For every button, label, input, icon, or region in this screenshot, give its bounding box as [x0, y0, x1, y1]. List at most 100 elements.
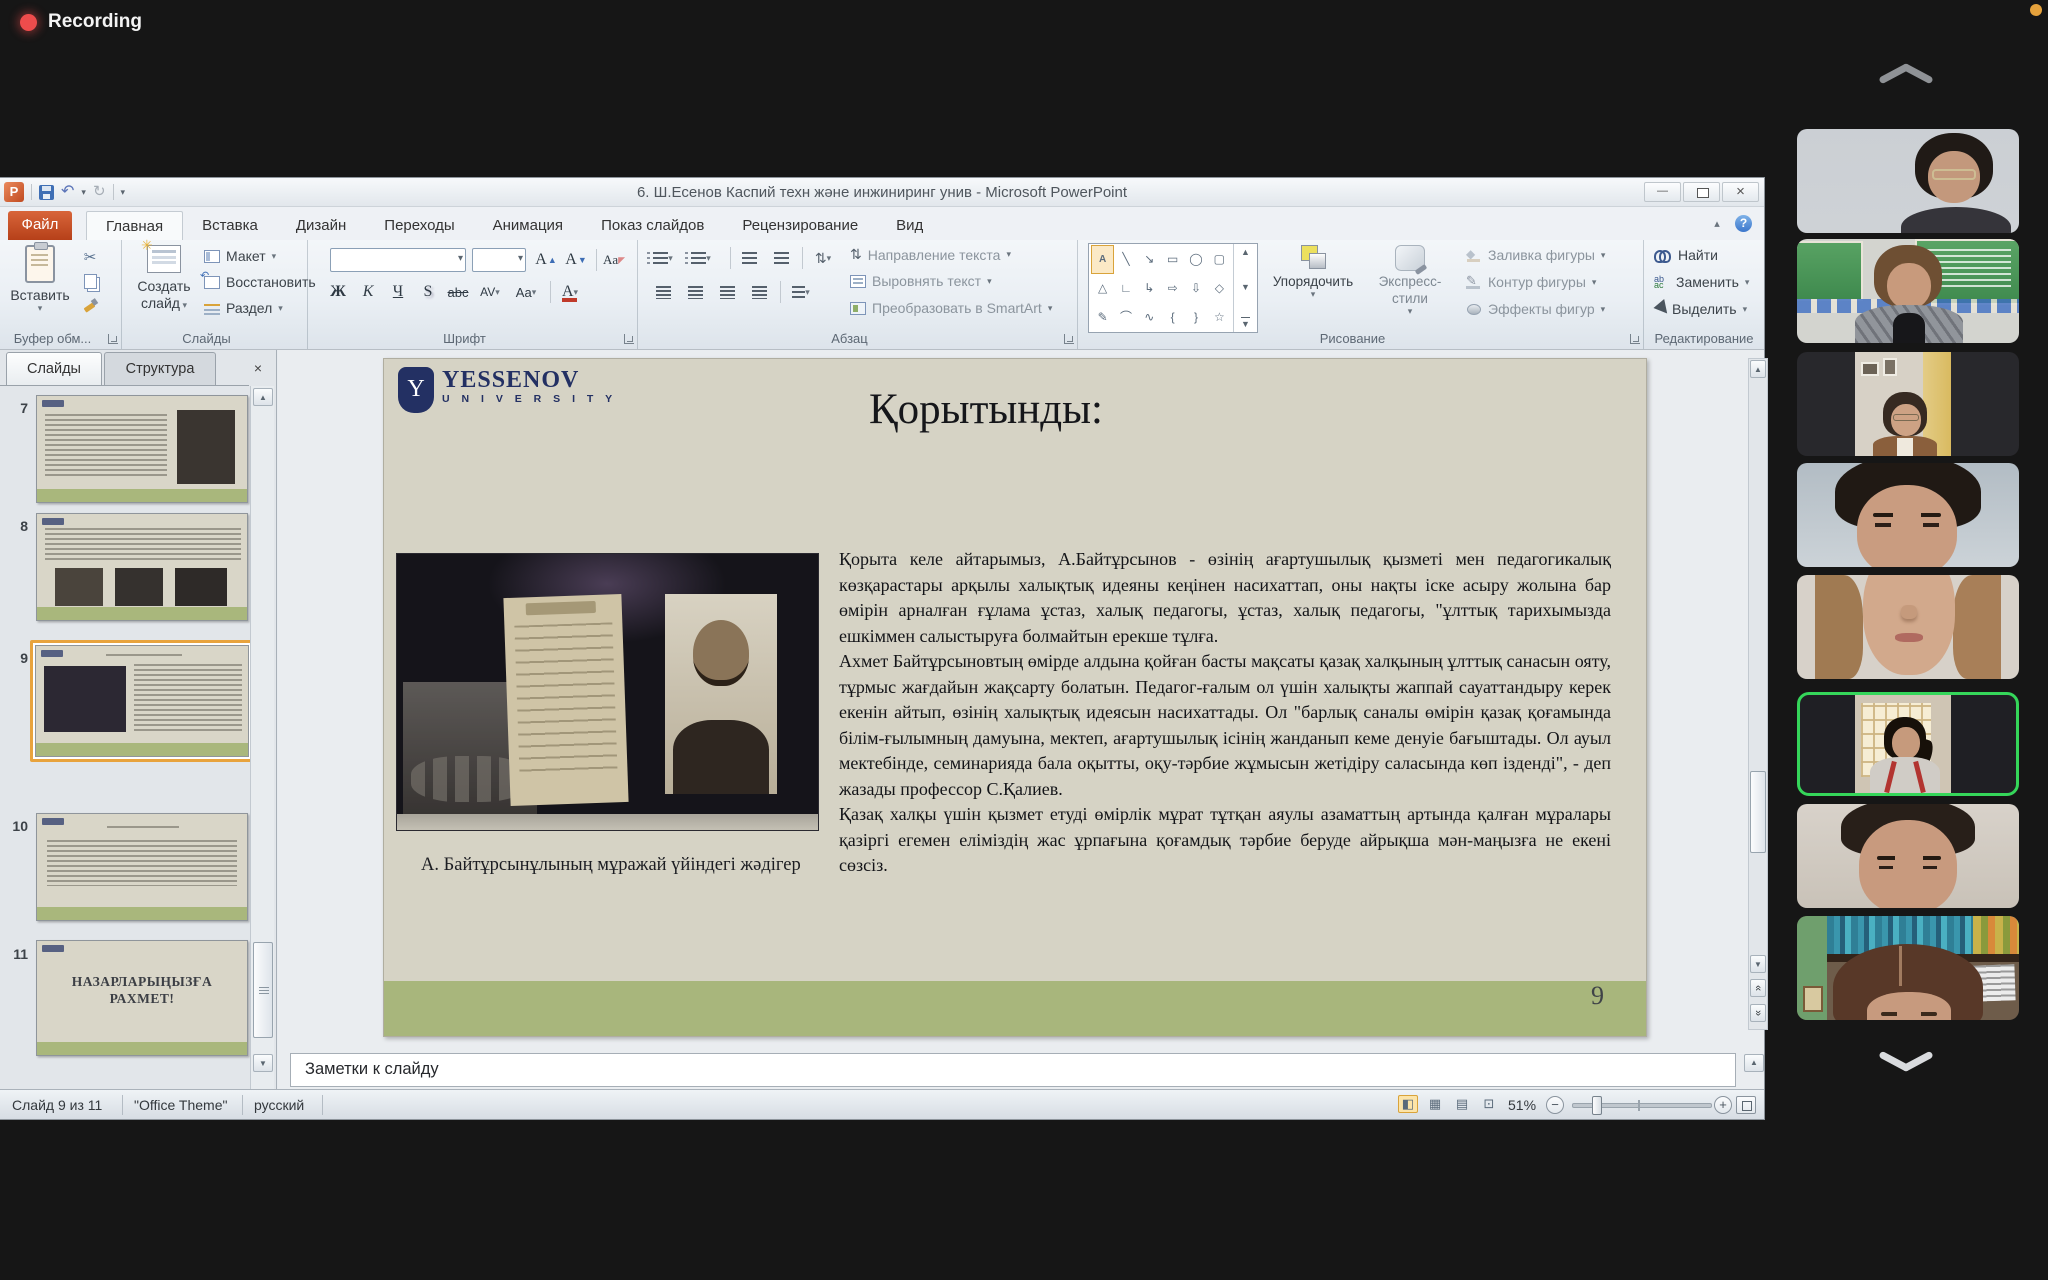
shape-textbox-icon[interactable]: A [1091, 245, 1114, 274]
align-text-button[interactable]: Выровнять текст [850, 273, 992, 289]
panel-scrollbar[interactable]: ▲ ▼ [250, 386, 274, 1089]
scroll-up-icon[interactable]: ▲ [253, 388, 273, 406]
align-right-button[interactable] [714, 280, 740, 304]
tab-home[interactable]: Главная [86, 211, 183, 240]
shape-outline-button[interactable]: Контур фигуры [1466, 274, 1596, 290]
zoom-out-button[interactable]: − [1546, 1096, 1564, 1114]
shapes-more-icon[interactable]: ▼ [1241, 317, 1250, 329]
shape-triangle-icon[interactable]: △ [1091, 274, 1114, 303]
line-spacing-button[interactable]: ⇅ [810, 246, 836, 270]
reset-button[interactable]: Восстановить [204, 274, 316, 290]
character-spacing-button[interactable]: AV [478, 280, 502, 304]
paragraph-dialog-launcher-icon[interactable] [1064, 334, 1074, 344]
save-icon[interactable] [39, 185, 54, 200]
tab-slides-pane[interactable]: Слайды [6, 352, 102, 385]
tab-view[interactable]: Вид [877, 211, 942, 240]
replace-button[interactable]: Заменить [1654, 274, 1749, 290]
minimize-ribbon-icon[interactable] [1709, 216, 1725, 232]
font-color-button[interactable]: А [558, 280, 582, 304]
participant-video-1[interactable] [1797, 129, 2019, 233]
italic-button[interactable]: К [356, 280, 380, 304]
scrollbar-thumb[interactable] [1750, 771, 1766, 853]
layout-button[interactable]: Макет [204, 248, 276, 264]
smartart-button[interactable]: Преобразовать в SmartArt [850, 300, 1052, 316]
shape-elbow-icon[interactable]: ∟ [1114, 274, 1137, 303]
notes-placeholder[interactable]: Заметки к слайду [305, 1060, 439, 1079]
font-name-combo[interactable] [330, 248, 466, 272]
shape-oval-icon[interactable]: ◯ [1184, 245, 1207, 274]
change-case-button[interactable]: Aa [514, 280, 538, 304]
participant-video-4[interactable] [1797, 463, 2019, 567]
editor-scrollbar[interactable]: ▲ ▼ « » [1748, 358, 1768, 1030]
shapes-scroll-up-icon[interactable]: ▲ [1241, 247, 1250, 257]
align-left-button[interactable] [650, 280, 676, 304]
fit-to-window-button[interactable] [1736, 1096, 1756, 1114]
shape-left-brace-icon[interactable]: { [1161, 302, 1184, 331]
text-direction-button[interactable]: ⇅Направление текста [850, 246, 1011, 263]
close-button[interactable] [1722, 182, 1759, 202]
scrollbar-thumb[interactable] [253, 942, 273, 1038]
text-shadow-button[interactable]: S [416, 280, 440, 304]
shape-right-brace-icon[interactable]: } [1184, 302, 1207, 331]
justify-button[interactable] [746, 280, 772, 304]
shrink-font-button[interactable]: А▼ [564, 248, 588, 272]
shape-line-icon[interactable]: ╲ [1114, 245, 1137, 274]
quick-styles-button[interactable]: Экспресс-стили ▾ [1362, 245, 1458, 315]
help-icon[interactable] [1735, 215, 1752, 232]
shape-arc-icon[interactable]: ⌒ [1114, 302, 1137, 331]
participant-video-7[interactable] [1797, 804, 2019, 908]
drawing-dialog-launcher-icon[interactable] [1630, 334, 1640, 344]
slide-thumbnail-11[interactable]: НАЗАРЛАРЫҢЫЗҒА РАХМЕТ! [36, 940, 248, 1056]
clipboard-dialog-launcher-icon[interactable] [108, 334, 118, 344]
shape-curve-icon[interactable]: ∿ [1138, 302, 1161, 331]
decrease-indent-button[interactable] [736, 246, 762, 270]
shape-rectangle-icon[interactable]: ▭ [1161, 245, 1184, 274]
previous-slide-button[interactable]: « [1750, 979, 1766, 997]
find-button[interactable]: Найти [1654, 247, 1718, 263]
new-slide-button[interactable]: Создать слайд ▾ [130, 245, 198, 312]
align-center-button[interactable] [682, 280, 708, 304]
notes-scroll-up-icon[interactable]: ▲ [1744, 1054, 1764, 1072]
font-dialog-launcher-icon[interactable] [624, 334, 634, 344]
powerpoint-app-icon[interactable] [4, 182, 24, 202]
title-bar[interactable]: ↶ ▾ ↻ ▾ 6. Ш.Есенов Каспий техн және инж… [0, 178, 1764, 207]
shape-diamond-icon[interactable]: ◇ [1208, 274, 1231, 303]
normal-view-button[interactable]: ◧ [1398, 1095, 1418, 1113]
bullets-button[interactable] [650, 246, 676, 270]
participants-scroll-down-button[interactable] [1878, 1048, 1934, 1074]
shapes-gallery[interactable]: A ╲ ↘ ▭ ◯ ▢ △ ∟ ↳ ⇨ ⇩ ◇ ✎ ⌒ ∿ [1088, 243, 1258, 333]
shape-scribble-icon[interactable]: ✎ [1091, 302, 1114, 331]
slide-canvas[interactable]: YESSENOV U N I V E R S I T Y Қорытынды: … [383, 358, 1647, 1037]
participant-video-3[interactable] [1797, 352, 2019, 456]
reading-view-button[interactable]: ▤ [1452, 1095, 1472, 1113]
tab-file[interactable]: Файл [8, 211, 72, 240]
participant-video-6-active-speaker[interactable] [1797, 692, 2019, 796]
language-indicator[interactable]: русский [254, 1097, 304, 1113]
participant-video-8[interactable] [1797, 916, 2019, 1020]
font-size-combo[interactable] [472, 248, 526, 272]
shape-star-icon[interactable]: ☆ [1208, 302, 1231, 331]
tab-design[interactable]: Дизайн [277, 211, 365, 240]
shape-right-arrow-icon[interactable]: ⇨ [1161, 274, 1184, 303]
next-slide-button[interactable]: » [1750, 1004, 1766, 1022]
undo-dropdown-icon[interactable]: ▾ [81, 187, 86, 198]
format-painter-button[interactable] [78, 294, 102, 316]
paste-button[interactable]: Вставить ▾ [8, 245, 72, 312]
slide-thumbnail-9-selected[interactable] [35, 645, 249, 757]
tab-transitions[interactable]: Переходы [365, 211, 473, 240]
shape-arrow-icon[interactable]: ↘ [1138, 245, 1161, 274]
redo-icon[interactable]: ↻ [93, 184, 106, 200]
notes-pane[interactable]: Заметки к слайду [290, 1053, 1736, 1087]
shape-effects-button[interactable]: Эффекты фигур [1466, 301, 1605, 317]
bold-button[interactable]: Ж [326, 280, 350, 304]
tab-animations[interactable]: Анимация [474, 211, 582, 240]
restore-button[interactable] [1683, 182, 1720, 202]
shapes-gallery-scroll[interactable]: ▲ ▼ ▼ [1233, 244, 1257, 332]
copy-button[interactable] [78, 270, 102, 292]
grow-font-button[interactable]: А▲ [534, 248, 558, 272]
zoom-slider-handle[interactable] [1592, 1096, 1602, 1115]
slide-thumbnail-8[interactable] [36, 513, 248, 621]
arrange-button[interactable]: Упорядочить ▾ [1268, 245, 1358, 298]
minimize-button[interactable] [1644, 182, 1681, 202]
shapes-scroll-down-icon[interactable]: ▼ [1241, 282, 1250, 292]
